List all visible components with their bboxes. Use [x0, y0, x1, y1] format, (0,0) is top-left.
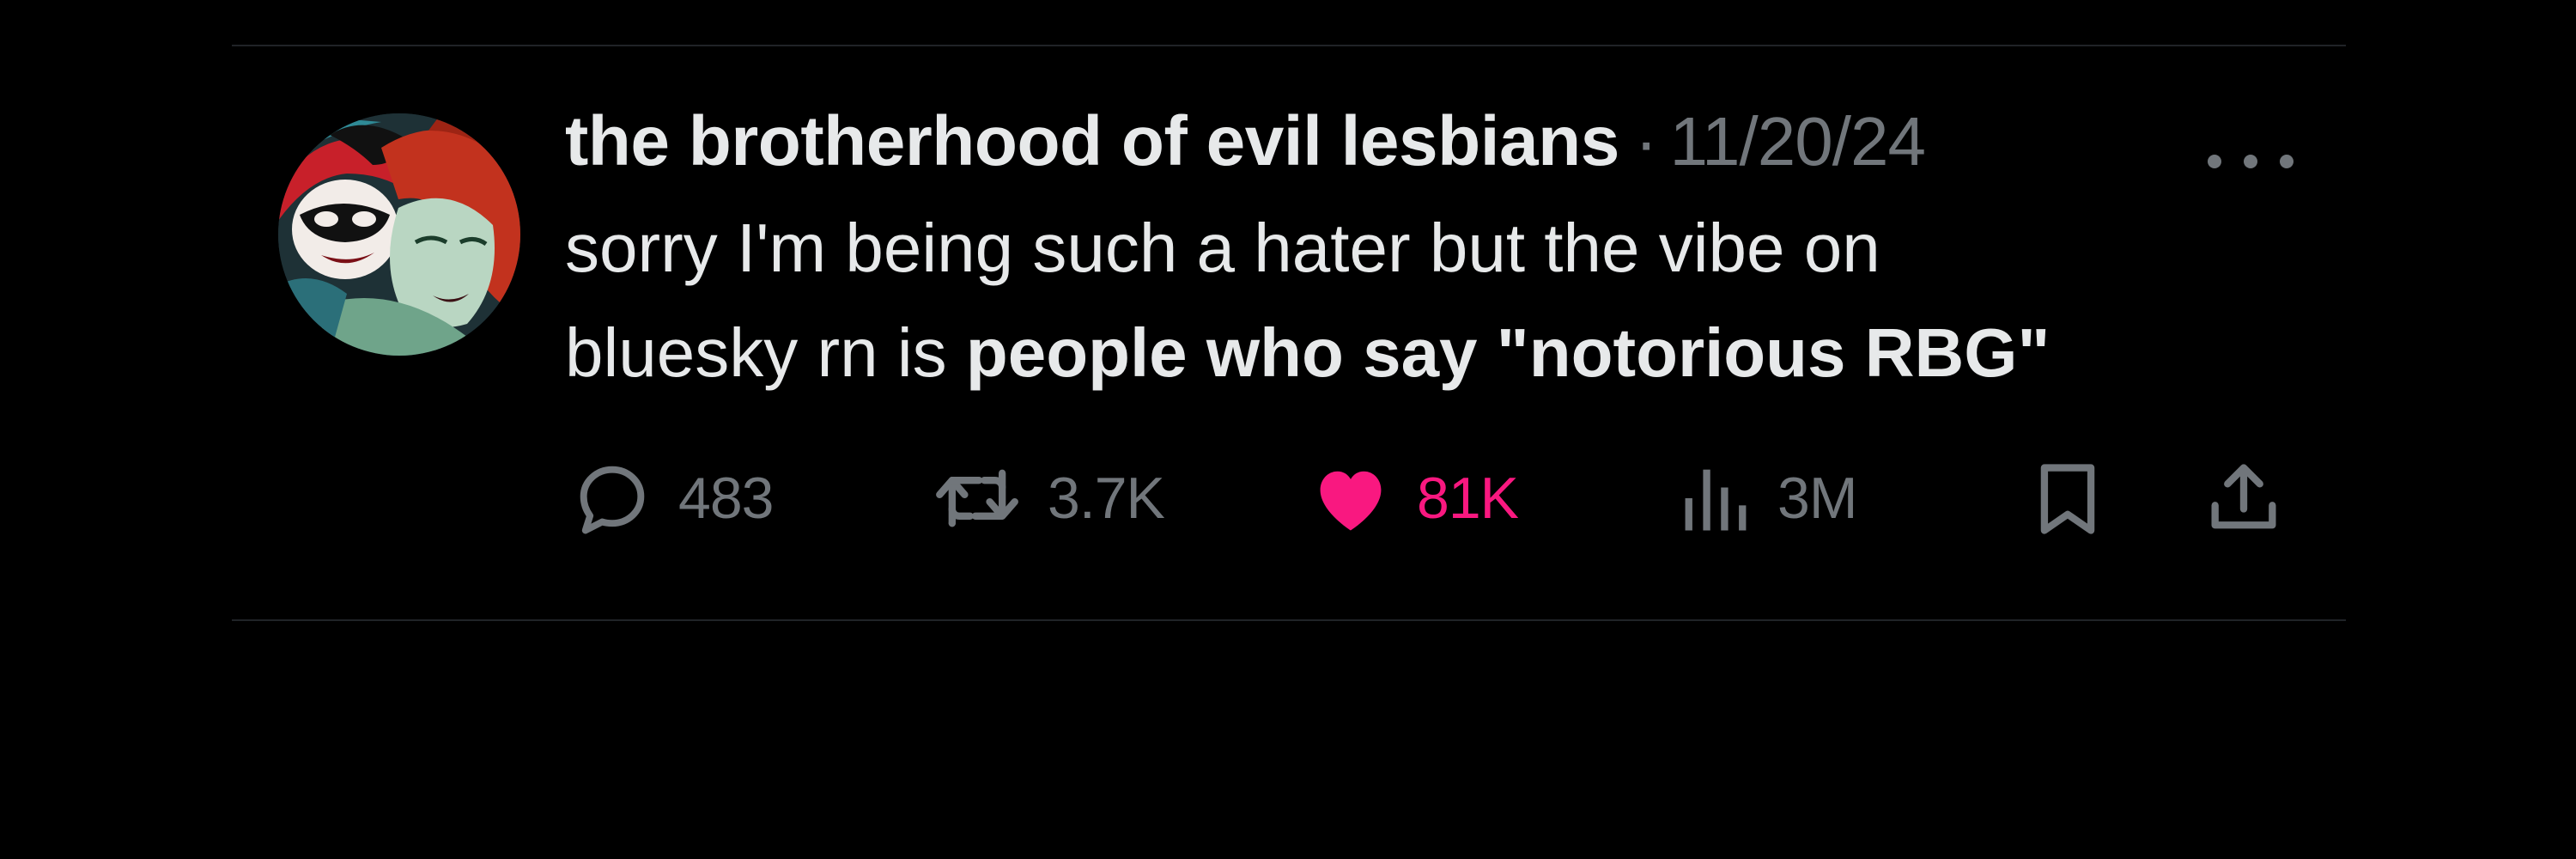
top-divider [232, 45, 2346, 46]
more-dot [2244, 155, 2257, 168]
more-dot [2208, 155, 2221, 168]
like-button[interactable]: 81K [1303, 455, 1519, 541]
repost-icon [926, 455, 1029, 541]
tweet-text: sorry I'm being such a hater but the vib… [565, 196, 2325, 405]
tweet-text-plain: bluesky rn is [565, 314, 966, 391]
views-count: 3M [1777, 466, 1857, 531]
action-bar: 483 3.7K 81K 3M [565, 455, 2334, 541]
bookmark-icon [2025, 455, 2111, 541]
views-button[interactable]: 3M [1673, 455, 1857, 541]
tweet-date[interactable]: 11/20/24 [1669, 102, 1925, 181]
share-button[interactable] [2201, 455, 2287, 541]
share-icon [2201, 455, 2287, 541]
tweet-text-line-2: bluesky rn is people who say "notorious … [565, 301, 2325, 405]
tweet-text-line-1: sorry I'm being such a hater but the vib… [565, 210, 1880, 286]
avatar[interactable] [278, 113, 520, 356]
bookmark-button[interactable] [2025, 455, 2111, 541]
reply-count: 483 [678, 466, 774, 531]
more-dot [2280, 155, 2293, 168]
reply-button[interactable]: 483 [565, 455, 774, 541]
reply-icon [565, 455, 659, 541]
tweet-text-bold: people who say "notorious RBG" [965, 314, 2050, 391]
more-dots-icon[interactable] [2208, 136, 2293, 187]
tweet-header: the brotherhood of evil lesbians · 11/20… [565, 101, 2325, 196]
bottom-divider [232, 619, 2346, 621]
tweet[interactable]: the brotherhood of evil lesbians · 11/20… [565, 101, 2325, 405]
repost-count: 3.7K [1048, 466, 1165, 531]
repost-button[interactable]: 3.7K [926, 455, 1165, 541]
header-separator: · [1634, 103, 1658, 180]
like-count: 81K [1417, 466, 1519, 531]
avatar-image [278, 113, 520, 356]
heart-icon [1303, 455, 1398, 541]
display-name[interactable]: the brotherhood of evil lesbians [565, 101, 1619, 182]
views-chart-icon [1673, 455, 1759, 541]
